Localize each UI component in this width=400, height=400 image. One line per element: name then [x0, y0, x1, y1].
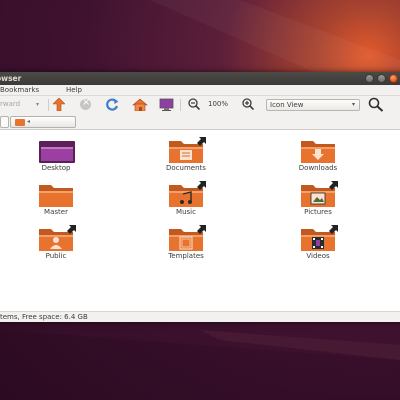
home-icon[interactable] [132, 98, 148, 111]
folder-item-videos[interactable]: Videos [278, 225, 358, 265]
maximize-button[interactable] [377, 74, 386, 83]
window-title: owser [0, 74, 22, 83]
computer-icon[interactable] [159, 98, 174, 111]
folder-item-desktop[interactable]: Desktop [16, 137, 96, 177]
toolbar: rward ▾ 100% [0, 96, 400, 114]
folder-label: Master [44, 208, 68, 216]
toolbar-separator [180, 99, 181, 111]
search-icon[interactable] [368, 97, 384, 112]
chevron-down-icon: ◂ [27, 118, 31, 125]
location-toggle-button[interactable] [0, 116, 9, 128]
folder-label: Public [45, 252, 67, 260]
window-controls [365, 74, 398, 83]
menu-bookmarks[interactable]: Bookmarks [0, 86, 39, 94]
minimize-button[interactable] [365, 74, 374, 83]
stop-icon[interactable] [80, 97, 91, 110]
reload-icon[interactable] [106, 98, 119, 111]
view-mode-select[interactable]: Icon View ▾ [266, 99, 360, 111]
templates-folder-icon [169, 225, 206, 251]
menubar: Bookmarks Help [0, 85, 400, 96]
status-bar: tems, Free space: 6.4 GB [0, 311, 400, 322]
folder-label: Downloads [298, 164, 338, 172]
titlebar[interactable]: owser [0, 72, 400, 85]
folder-icon [39, 185, 73, 207]
documents-folder-icon [169, 137, 206, 163]
folder-item-documents[interactable]: Documents [146, 137, 226, 177]
file-icon-view[interactable]: Desktop Documents Downloads Master Music [0, 131, 400, 311]
zoom-out-icon[interactable] [188, 98, 200, 110]
folder-label: Documents [166, 164, 206, 172]
location-bar: ◂ [0, 114, 400, 130]
folder-label: Music [176, 208, 196, 216]
menu-help[interactable]: Help [66, 86, 82, 94]
folder-item-pictures[interactable]: Pictures [278, 181, 358, 221]
desktop-folder-icon [39, 141, 75, 163]
folder-label: Templates [168, 252, 204, 260]
folder-item-public[interactable]: Public [16, 225, 96, 265]
zoom-in-icon[interactable] [242, 98, 254, 110]
zoom-level: 100% [208, 100, 229, 108]
pictures-folder-icon [301, 181, 338, 207]
toolbar-separator [48, 99, 49, 111]
history-dropdown-icon[interactable]: ▾ [36, 101, 39, 108]
downloads-folder-icon [301, 141, 335, 163]
go-up-icon[interactable] [53, 98, 65, 111]
forward-button-label[interactable]: rward [0, 100, 20, 108]
folder-label: Videos [306, 252, 330, 260]
folder-label: Desktop [41, 164, 71, 172]
chevron-down-icon: ▾ [351, 101, 355, 108]
folder-item-master[interactable]: Master [16, 181, 96, 221]
breadcrumb-home-button[interactable]: ◂ [10, 116, 76, 128]
music-folder-icon [169, 181, 206, 207]
folder-item-downloads[interactable]: Downloads [278, 137, 358, 177]
public-folder-icon [39, 225, 76, 251]
file-browser-window: owser Bookmarks Help rward ▾ [0, 72, 400, 322]
view-mode-value: Icon View [270, 101, 304, 109]
videos-folder-icon [301, 225, 338, 251]
folder-item-templates[interactable]: Templates [146, 225, 226, 265]
folder-label: Pictures [304, 208, 332, 216]
home-folder-icon [15, 119, 25, 126]
folder-item-music[interactable]: Music [146, 181, 226, 221]
close-button[interactable] [389, 74, 398, 83]
